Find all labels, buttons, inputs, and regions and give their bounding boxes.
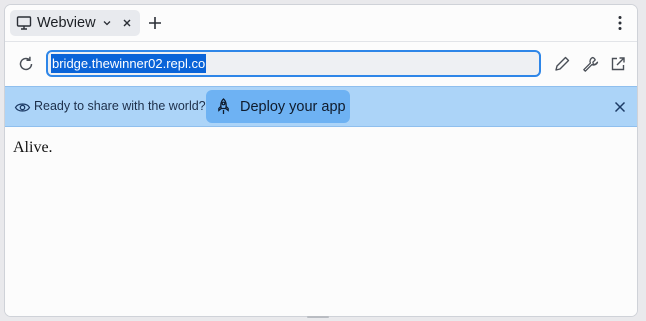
tab-webview[interactable]: Webview [10,10,140,36]
pencil-icon[interactable] [553,55,571,73]
new-tab-button[interactable] [146,14,164,32]
close-banner-icon[interactable] [613,100,627,114]
wrench-icon[interactable] [581,55,599,73]
resize-handle[interactable] [307,316,329,318]
tab-bar: Webview [5,5,637,42]
monitor-icon [16,16,32,30]
deploy-rocket-icon [218,98,229,114]
deploy-banner: Ready to share with the world? Deploy yo… [5,86,637,127]
deploy-button[interactable]: Deploy your app [206,90,350,123]
webview-content: Alive. [5,127,637,316]
page-body-text: Alive. [13,139,53,156]
eye-icon [14,103,31,112]
more-options-icon[interactable] [611,14,629,32]
url-text: bridge.thewinner02.repl.co [51,54,207,73]
close-tab-icon[interactable] [120,16,134,30]
open-external-icon[interactable] [609,55,627,73]
url-input[interactable]: bridge.thewinner02.repl.co [46,50,541,77]
chevron-down-icon[interactable] [102,18,112,28]
address-bar: bridge.thewinner02.repl.co [5,42,637,86]
webview-window: Webview bridge.thewinner02.repl.co Ready… [4,4,638,317]
reload-icon[interactable] [17,55,35,73]
deploy-button-label: Deploy your app [240,98,346,115]
banner-message: Ready to share with the world? [34,99,206,113]
tab-label: Webview [37,15,96,31]
